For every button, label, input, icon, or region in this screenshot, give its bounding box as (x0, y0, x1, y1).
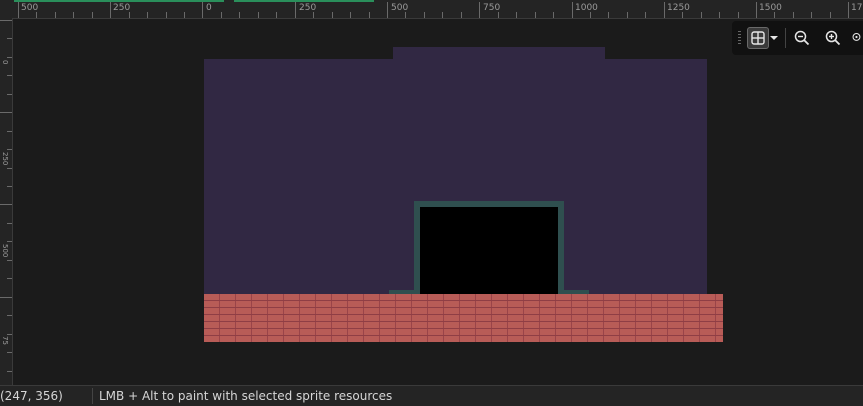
ruler-label: 1000 (575, 3, 598, 13)
grid-toggle-button[interactable] (747, 27, 769, 49)
grid-icon (751, 31, 765, 45)
ruler-tick (7, 131, 12, 132)
ruler-label: 750 (483, 3, 501, 13)
scene-viewport[interactable] (13, 19, 863, 385)
ruler-tick (461, 12, 462, 18)
door-opening[interactable] (420, 207, 558, 295)
ruler-label: 0 (206, 3, 212, 13)
ruler-tick (166, 12, 167, 18)
ruler-accent (234, 0, 374, 2)
zoom-in-icon (825, 30, 841, 46)
ruler-tick (7, 260, 12, 261)
status-separator (92, 388, 93, 404)
ruler-tick (553, 12, 554, 18)
ruler-tick (7, 38, 12, 39)
ruler-tick (424, 12, 425, 18)
cursor-coordinates: (247, 356) (0, 389, 63, 403)
ruler-tick (664, 2, 665, 18)
horizontal-ruler[interactable]: 500 250 0 250 500 750 1000 1250 1500 175 (0, 0, 863, 19)
wall-top-sprite[interactable] (393, 47, 605, 59)
ruler-label: 175 (851, 3, 863, 13)
ruler-label: 75 (1, 336, 9, 345)
toolbar-separator (785, 28, 786, 48)
ruler-tick (7, 278, 12, 279)
vertical-ruler[interactable]: 0 250 500 75 (0, 18, 13, 385)
ruler-tick (830, 12, 831, 18)
chevron-down-icon (770, 36, 778, 40)
zoom-reset-button[interactable] (852, 27, 863, 49)
grid-options-button[interactable] (768, 27, 780, 49)
ruler-tick (7, 315, 12, 316)
zoom-in-button[interactable] (822, 27, 844, 49)
ruler-tick (332, 12, 333, 18)
viewport-toolbar (732, 21, 863, 55)
ruler-tick (258, 12, 259, 18)
ruler-tick (73, 12, 74, 18)
ruler-tick (7, 352, 12, 353)
ruler-label: 250 (113, 3, 131, 13)
ruler-tick (7, 168, 12, 169)
ruler-label: 1250 (667, 3, 690, 13)
ruler-tick (627, 12, 628, 18)
ruler-tick (110, 2, 111, 18)
ruler-tick (276, 12, 277, 18)
ruler-tick (719, 12, 720, 18)
ruler-label: 250 (299, 3, 317, 13)
ruler-tick (239, 12, 240, 18)
ruler-tick (848, 2, 849, 18)
ruler-tick (184, 12, 185, 18)
ruler-tick (7, 149, 12, 150)
ruler-tick (793, 12, 794, 18)
ruler-tick (7, 223, 12, 224)
ruler-tick (18, 2, 19, 18)
ruler-tick (387, 2, 388, 18)
ruler-tick (442, 12, 443, 18)
ruler-tick (295, 2, 296, 18)
brick-floor-sprite[interactable] (204, 294, 723, 342)
ruler-label: 1500 (759, 3, 782, 13)
ruler-tick (7, 334, 12, 335)
ruler-tick (7, 75, 12, 76)
ruler-tick (7, 57, 12, 58)
ruler-label: 500 (21, 3, 39, 13)
status-bar: (247, 356) LMB + Alt to paint with selec… (0, 385, 863, 406)
ruler-label: 0 (1, 60, 9, 65)
ruler-tick (0, 297, 12, 298)
zoom-reset-icon (852, 33, 861, 41)
ruler-label: 500 (391, 3, 409, 13)
toolbar-grip-icon[interactable] (738, 31, 741, 44)
ruler-tick (350, 12, 351, 18)
ruler-tick (608, 12, 609, 18)
ruler-tick (0, 112, 12, 113)
ruler-tick (645, 12, 646, 18)
ruler-tick (7, 371, 12, 372)
status-hint: LMB + Alt to paint with selected sprite … (99, 389, 393, 403)
ruler-tick (738, 12, 739, 18)
ruler-tick (221, 12, 222, 18)
ruler-tick (0, 204, 12, 205)
ruler-tick (7, 186, 12, 187)
ruler-tick (7, 94, 12, 95)
ruler-tick (92, 12, 93, 18)
ruler-label: 250 (1, 152, 9, 166)
ruler-tick (572, 2, 573, 18)
ruler-tick (0, 20, 12, 21)
ruler-tick (202, 2, 203, 18)
zoom-out-button[interactable] (791, 27, 813, 49)
ruler-tick (516, 12, 517, 18)
ruler-tick (147, 12, 148, 18)
ruler-label: 500 (1, 244, 9, 258)
ruler-tick (811, 12, 812, 18)
ruler-tick (7, 241, 12, 242)
ruler-tick (479, 2, 480, 18)
ruler-accent (14, 0, 224, 2)
ruler-tick (369, 12, 370, 18)
zoom-out-icon (794, 30, 810, 46)
ruler-tick (756, 2, 757, 18)
ruler-tick (55, 12, 56, 18)
ruler-tick (701, 12, 702, 18)
ruler-tick (535, 12, 536, 18)
